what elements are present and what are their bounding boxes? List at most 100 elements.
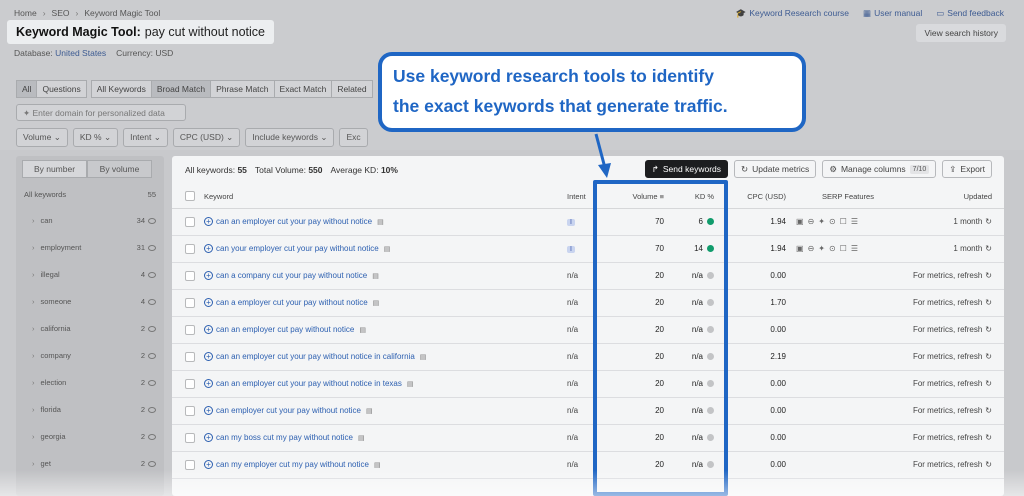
- keyword-link[interactable]: + can an employer cut your pay without no…: [204, 379, 414, 388]
- select-all-checkbox[interactable]: [185, 191, 195, 201]
- eye-icon: [148, 352, 156, 359]
- serp-preview-icon[interactable]: ▤: [407, 380, 414, 388]
- upload-icon: ⇪: [949, 163, 957, 174]
- keyword-link[interactable]: + can an employer cut pay without notice ▤: [204, 325, 366, 334]
- updated-cell[interactable]: For metrics, refresh ↻: [913, 433, 992, 442]
- row-checkbox[interactable]: [185, 271, 195, 281]
- sidebar-item[interactable]: › illegal 4: [16, 261, 164, 288]
- row-checkbox[interactable]: [185, 298, 195, 308]
- tab-broad-match[interactable]: Broad Match: [150, 80, 212, 98]
- serp-preview-icon[interactable]: ▤: [420, 353, 427, 361]
- sidebar-item[interactable]: › georgia 2: [16, 423, 164, 450]
- row-checkbox[interactable]: [185, 379, 195, 389]
- add-icon[interactable]: +: [204, 244, 213, 253]
- add-icon[interactable]: +: [204, 298, 213, 307]
- by-number-button[interactable]: By number: [22, 160, 87, 178]
- updated-cell[interactable]: 1 month ↻: [953, 217, 992, 226]
- serp-preview-icon[interactable]: ▤: [384, 245, 391, 253]
- add-icon[interactable]: +: [204, 433, 213, 442]
- tab-exact-match[interactable]: Exact Match: [273, 80, 333, 98]
- breadcrumb-home[interactable]: Home: [14, 8, 37, 18]
- sparkle-icon: ✦: [818, 217, 825, 226]
- cpc-cell: 0.00: [770, 271, 786, 280]
- sidebar-item[interactable]: › election 2: [16, 369, 164, 396]
- keyword-link[interactable]: + can employer cut your pay without notic…: [204, 406, 373, 415]
- serp-preview-icon[interactable]: ▤: [377, 218, 384, 226]
- tab-all[interactable]: All: [16, 80, 38, 98]
- updated-cell[interactable]: For metrics, refresh ↻: [913, 352, 992, 361]
- tab-all-keywords[interactable]: All Keywords: [90, 80, 152, 98]
- row-checkbox[interactable]: [185, 406, 195, 416]
- add-icon[interactable]: +: [204, 379, 213, 388]
- updated-cell[interactable]: For metrics, refresh ↻: [913, 379, 992, 388]
- keyword-link[interactable]: + can your employer cut your pay without …: [204, 244, 390, 253]
- row-checkbox[interactable]: [185, 325, 195, 335]
- sidebar-item[interactable]: › can 34: [16, 207, 164, 234]
- col-cpc[interactable]: CPC (USD): [732, 192, 786, 201]
- col-intent[interactable]: Intent: [567, 192, 586, 201]
- domain-input[interactable]: ✦ Enter domain for personalized data: [16, 104, 186, 121]
- filter-include-keywords[interactable]: Include keywords ⌄: [245, 128, 335, 147]
- tab-related[interactable]: Related: [331, 80, 373, 98]
- breadcrumb-seo[interactable]: SEO: [52, 8, 70, 18]
- updated-cell[interactable]: For metrics, refresh ↻: [913, 325, 992, 334]
- row-checkbox[interactable]: [185, 433, 195, 443]
- send-keywords-button[interactable]: ↱ Send keywords: [644, 160, 729, 178]
- serp-preview-icon[interactable]: ▤: [373, 299, 380, 307]
- filter-cpc[interactable]: CPC (USD) ⌄: [172, 128, 241, 147]
- keyword-link[interactable]: + can an employer cut your pay without no…: [204, 352, 426, 361]
- keyword-link[interactable]: + can a employer cut your pay without not…: [204, 298, 379, 307]
- manual-link[interactable]: ▦ User manual: [863, 8, 922, 19]
- serp-preview-icon[interactable]: ▤: [366, 407, 373, 415]
- serp-preview-icon[interactable]: ▤: [372, 272, 379, 280]
- serp-preview-icon[interactable]: ▤: [359, 326, 366, 334]
- sidebar-item[interactable]: › florida 2: [16, 396, 164, 423]
- sidebar-item[interactable]: › someone 4: [16, 288, 164, 315]
- add-icon[interactable]: +: [204, 271, 213, 280]
- filter-volume[interactable]: Volume ⌄: [16, 128, 68, 147]
- row-checkbox[interactable]: [185, 460, 195, 470]
- tab-questions[interactable]: Questions: [36, 80, 87, 98]
- breadcrumb-current: Keyword Magic Tool: [84, 8, 161, 18]
- updated-cell[interactable]: For metrics, refresh ↻: [913, 271, 992, 280]
- filter-intent[interactable]: Intent ⌄: [123, 128, 168, 147]
- updated-cell[interactable]: For metrics, refresh ↻: [913, 406, 992, 415]
- manage-columns-button[interactable]: ⚙ Manage columns 7/10: [822, 160, 937, 178]
- keyword-link[interactable]: + can a company cut your pay without noti…: [204, 271, 379, 280]
- serp-features: ▣ ⊖ ✦ ⊙ ☐ ☰: [796, 217, 858, 226]
- add-icon[interactable]: +: [204, 217, 213, 226]
- row-checkbox[interactable]: [185, 217, 195, 227]
- course-link[interactable]: 🎓 Keyword Research course: [736, 8, 849, 19]
- add-icon[interactable]: +: [204, 352, 213, 361]
- col-updated[interactable]: Updated: [964, 192, 992, 201]
- col-serp[interactable]: SERP Features: [822, 192, 874, 201]
- export-button[interactable]: ⇪ Export: [942, 160, 992, 178]
- filter-exclude-keywords[interactable]: Exc: [339, 128, 368, 147]
- updated-cell[interactable]: For metrics, refresh ↻: [913, 460, 992, 469]
- sidebar-item[interactable]: › company 2: [16, 342, 164, 369]
- updated-cell[interactable]: 1 month ↻: [953, 244, 992, 253]
- database-select[interactable]: United States: [55, 48, 106, 58]
- keyword-link[interactable]: + can an employer cut your pay without no…: [204, 217, 384, 226]
- view-history-button[interactable]: View search history: [916, 24, 1006, 42]
- sidebar-item[interactable]: › california 2: [16, 315, 164, 342]
- add-icon[interactable]: +: [204, 460, 213, 469]
- top-links: 🎓 Keyword Research course ▦ User manual ▭ S…: [736, 8, 1004, 19]
- update-metrics-button[interactable]: ↻ Update metrics: [734, 160, 817, 178]
- sidebar-item[interactable]: › employment 31: [16, 234, 164, 261]
- by-volume-button[interactable]: By volume: [87, 160, 152, 178]
- updated-cell[interactable]: For metrics, refresh ↻: [913, 298, 992, 307]
- serp-preview-icon[interactable]: ▤: [358, 434, 365, 442]
- chevron-right-icon: ›: [42, 8, 46, 18]
- keyword-link[interactable]: + can my boss cut my pay without notice ▤: [204, 433, 365, 442]
- keyword-link[interactable]: + can my employer cut my pay without noti…: [204, 460, 381, 469]
- row-checkbox[interactable]: [185, 244, 195, 254]
- add-icon[interactable]: +: [204, 406, 213, 415]
- col-keyword[interactable]: Keyword: [204, 192, 233, 201]
- filter-kd[interactable]: KD % ⌄: [72, 128, 119, 147]
- add-icon[interactable]: +: [204, 325, 213, 334]
- feedback-link[interactable]: ▭ Send feedback: [936, 8, 1004, 19]
- serp-preview-icon[interactable]: ▤: [374, 461, 381, 469]
- row-checkbox[interactable]: [185, 352, 195, 362]
- tab-phrase-match[interactable]: Phrase Match: [210, 80, 275, 98]
